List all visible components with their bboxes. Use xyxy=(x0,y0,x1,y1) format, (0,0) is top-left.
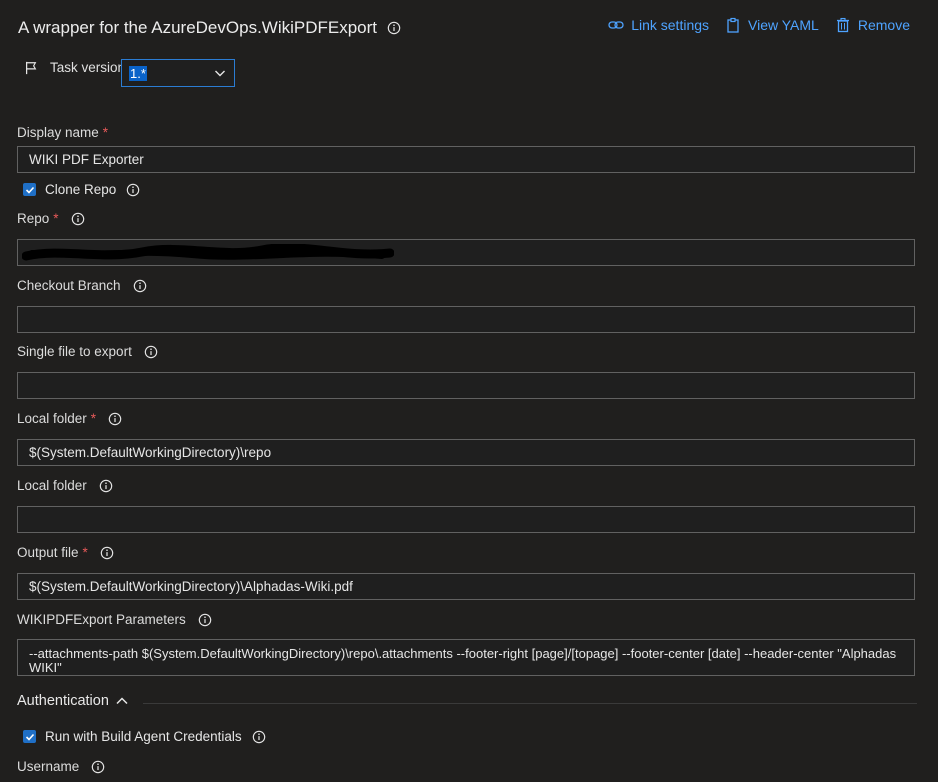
link-icon xyxy=(608,21,624,29)
chevron-down-icon xyxy=(215,70,225,77)
redaction-scribble xyxy=(22,244,394,261)
checkmark-icon xyxy=(25,186,34,194)
view-yaml-button[interactable]: View YAML xyxy=(725,17,819,33)
repo-label-text: Repo xyxy=(17,211,50,226)
info-icon[interactable] xyxy=(108,412,122,426)
authentication-heading: Authentication xyxy=(17,693,109,709)
required-marker: * xyxy=(102,125,109,140)
task-title-text: A wrapper for the AzureDevOps.WikiPDFExp… xyxy=(18,18,378,37)
header-actions: Link settings View YAML Remove xyxy=(608,17,910,33)
output-file-input[interactable]: $(System.DefaultWorkingDirectory)\Alphad… xyxy=(17,573,915,600)
required-marker: * xyxy=(53,211,59,226)
info-icon[interactable] xyxy=(133,279,147,293)
info-icon[interactable] xyxy=(91,760,105,774)
output-file-value: $(System.DefaultWorkingDirectory)\Alphad… xyxy=(29,579,353,594)
single-file-label-text: Single file to export xyxy=(17,344,132,359)
info-icon[interactable] xyxy=(71,212,85,226)
display-name-label: Display name * xyxy=(17,125,108,140)
parameters-label: WIKIPDFExport Parameters xyxy=(17,612,212,627)
local-folder-required-input[interactable]: $(System.DefaultWorkingDirectory)\repo xyxy=(17,439,915,466)
parameters-value: --attachments-path $(System.DefaultWorki… xyxy=(29,646,897,675)
local-folder-required-value: $(System.DefaultWorkingDirectory)\repo xyxy=(29,445,272,460)
task-version-dropdown[interactable]: 1.* xyxy=(121,59,235,87)
remove-button[interactable]: Remove xyxy=(835,17,910,33)
repo-label: Repo * xyxy=(17,211,85,226)
task-version-value: 1.* xyxy=(129,65,147,81)
clone-repo-row: Clone Repo xyxy=(23,182,140,197)
link-settings-label: Link settings xyxy=(631,17,710,33)
task-title: A wrapper for the AzureDevOps.WikiPDFExp… xyxy=(18,18,401,38)
checkout-branch-input[interactable] xyxy=(17,306,915,333)
clone-repo-label: Clone Repo xyxy=(45,182,117,197)
username-label-text: Username xyxy=(17,759,80,774)
run-with-agent-row: Run with Build Agent Credentials xyxy=(23,729,266,744)
local-folder-required-label: Local folder * xyxy=(17,411,122,426)
info-icon[interactable] xyxy=(100,546,114,560)
section-divider xyxy=(143,703,917,704)
required-marker: * xyxy=(82,545,88,560)
chevron-up-icon xyxy=(116,697,128,705)
local-folder-label: Local folder xyxy=(17,478,113,493)
run-with-agent-label: Run with Build Agent Credentials xyxy=(45,729,242,744)
authentication-section-toggle[interactable]: Authentication xyxy=(17,693,129,709)
output-file-label: Output file * xyxy=(17,545,114,560)
info-icon[interactable] xyxy=(144,345,158,359)
checkmark-icon xyxy=(25,733,34,741)
task-version-row: Task version xyxy=(24,60,125,75)
local-folder-label-text: Local folder xyxy=(17,478,87,493)
display-name-label-text: Display name xyxy=(17,125,99,140)
info-icon[interactable] xyxy=(198,613,212,627)
checkout-branch-label: Checkout Branch xyxy=(17,278,147,293)
remove-label: Remove xyxy=(857,17,910,33)
username-label: Username xyxy=(17,759,105,774)
clipboard-icon xyxy=(727,17,739,33)
link-settings-button[interactable]: Link settings xyxy=(608,17,709,33)
run-with-agent-checkbox[interactable] xyxy=(23,730,36,743)
display-name-value: WIKI PDF Exporter xyxy=(29,152,144,167)
single-file-label: Single file to export xyxy=(17,344,158,359)
view-yaml-label: View YAML xyxy=(748,17,819,33)
clone-repo-checkbox[interactable] xyxy=(23,183,36,196)
local-folder-label-text: Local folder xyxy=(17,411,87,426)
info-icon[interactable] xyxy=(99,479,113,493)
parameters-label-text: WIKIPDFExport Parameters xyxy=(17,612,186,627)
info-icon[interactable] xyxy=(387,21,401,35)
flag-icon xyxy=(26,61,37,74)
task-version-label: Task version xyxy=(50,60,126,75)
single-file-input[interactable] xyxy=(17,372,915,399)
local-folder-input[interactable] xyxy=(17,506,915,533)
trash-icon xyxy=(836,17,849,33)
checkout-branch-label-text: Checkout Branch xyxy=(17,278,121,293)
info-icon[interactable] xyxy=(126,183,140,197)
info-icon[interactable] xyxy=(252,730,266,744)
display-name-input[interactable]: WIKI PDF Exporter xyxy=(17,146,915,173)
output-file-label-text: Output file xyxy=(17,545,79,560)
required-marker: * xyxy=(90,411,97,426)
parameters-textarea[interactable]: --attachments-path $(System.DefaultWorki… xyxy=(17,639,915,676)
